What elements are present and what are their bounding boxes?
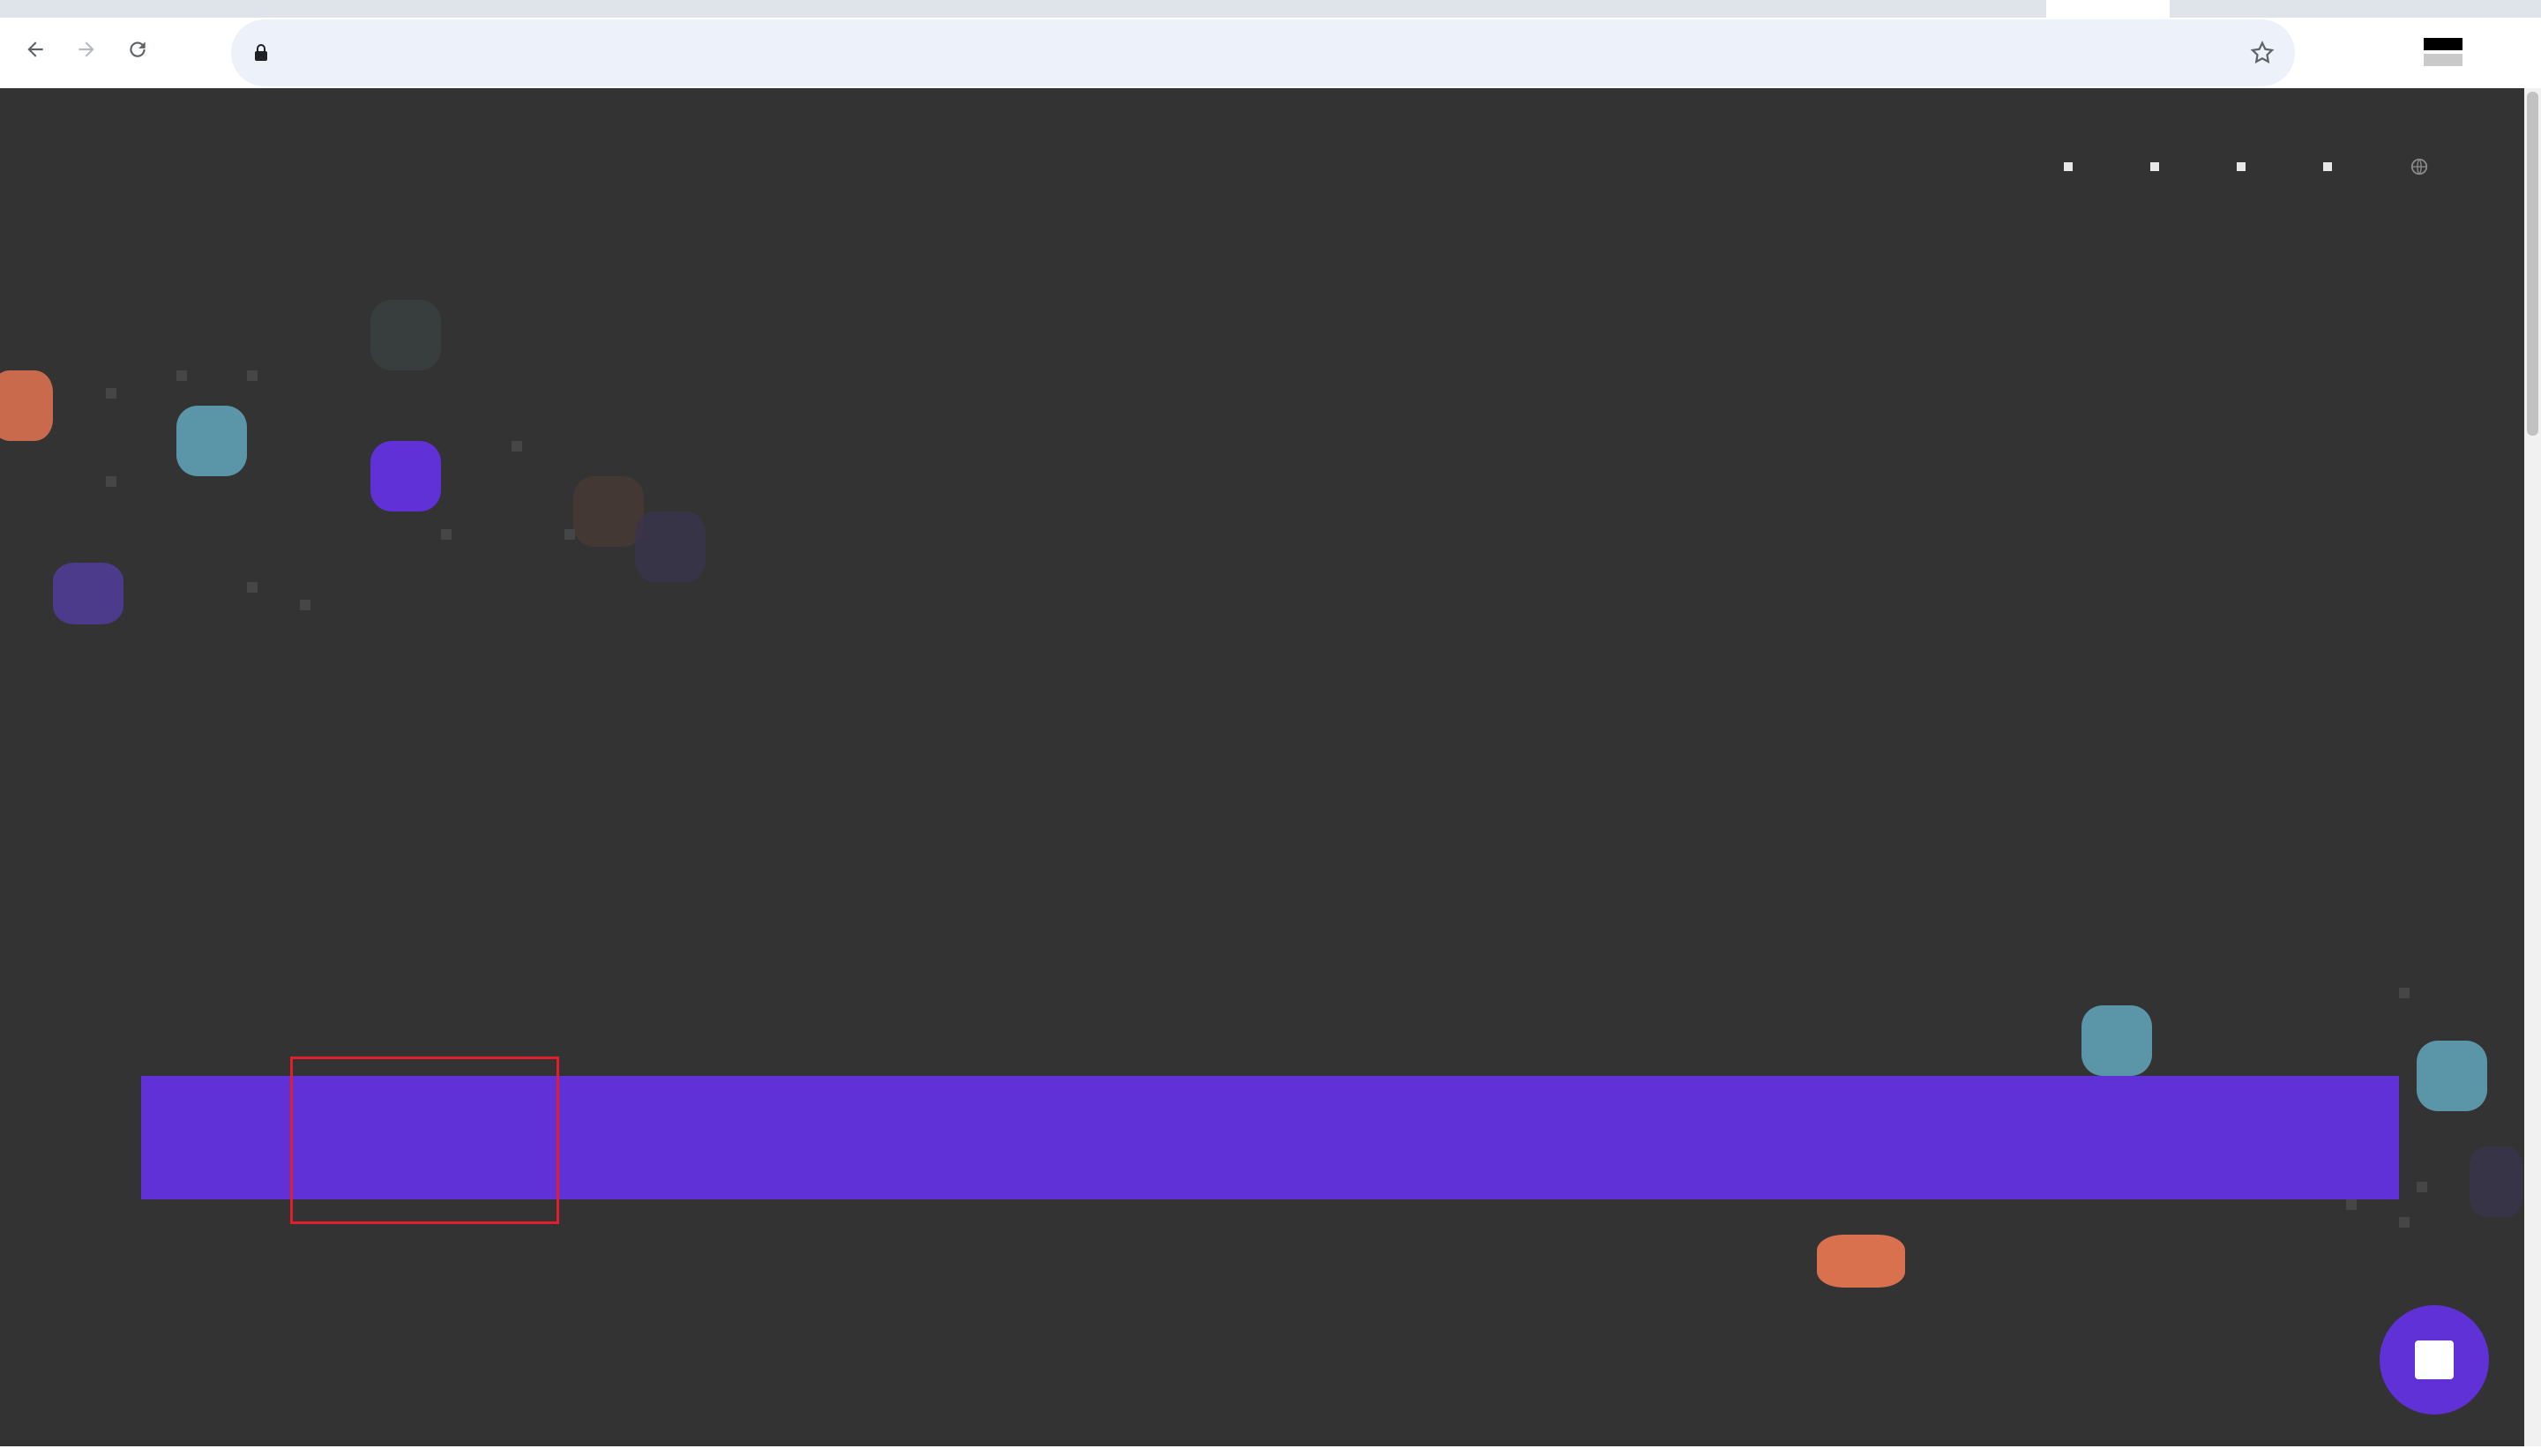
nav-separator (2237, 162, 2246, 171)
decorative-shape (1817, 1235, 1905, 1288)
arrow-left-icon (27, 41, 43, 57)
decorative-dot (2399, 988, 2410, 998)
star-icon[interactable] (2249, 40, 2276, 66)
decorative-shape (573, 476, 644, 547)
back-button[interactable] (16, 30, 55, 69)
arrow-right-icon (78, 41, 94, 57)
decorative-dot (441, 529, 452, 540)
language-switcher[interactable] (2410, 157, 2438, 176)
nav-separator (2323, 162, 2332, 171)
navigation-buttons (16, 30, 157, 69)
page-scrollbar[interactable] (2524, 88, 2541, 1446)
decorative-shape (53, 563, 123, 624)
site-navigation (2025, 157, 2438, 176)
browser-menu-button[interactable] (2417, 34, 2470, 72)
decorative-dot (176, 370, 187, 381)
target-word-annotation (290, 1057, 559, 1224)
decorative-dot (564, 529, 575, 540)
decorative-dot (247, 370, 258, 381)
scrollbar-thumb[interactable] (2527, 92, 2538, 436)
chat-icon (2415, 1340, 2454, 1379)
decorative-dot (2346, 1199, 2357, 1210)
address-bar[interactable] (231, 19, 2295, 86)
decorative-shape (2417, 1041, 2487, 1111)
decorative-dot (512, 441, 522, 452)
page-viewport (0, 88, 2524, 1446)
decorative-shape (0, 370, 53, 441)
nav-separator (2150, 162, 2159, 171)
active-tab[interactable] (2046, 0, 2170, 18)
decorative-dot (2417, 1182, 2427, 1192)
reload-icon (130, 41, 146, 57)
decorative-dot (2399, 1217, 2410, 1228)
decorative-dot (300, 600, 310, 610)
globe-icon (2410, 158, 2428, 175)
nav-separator (2064, 162, 2073, 171)
decorative-dot (106, 476, 116, 487)
decorative-shape (370, 300, 441, 370)
tab-strip (0, 0, 2541, 18)
decorative-shape (370, 441, 441, 511)
menu-icon (2424, 38, 2463, 66)
reload-button[interactable] (118, 30, 157, 69)
decorative-dot (247, 582, 258, 593)
browser-toolbar (0, 18, 2541, 88)
forward-button[interactable] (67, 30, 106, 69)
lock-icon (255, 44, 267, 61)
decorative-shape (2470, 1146, 2522, 1217)
decorative-shape (635, 511, 706, 582)
decorative-shape (2081, 1005, 2152, 1076)
decorative-shape (176, 406, 247, 476)
decorative-dot (106, 388, 116, 399)
chat-button[interactable] (2380, 1305, 2489, 1415)
